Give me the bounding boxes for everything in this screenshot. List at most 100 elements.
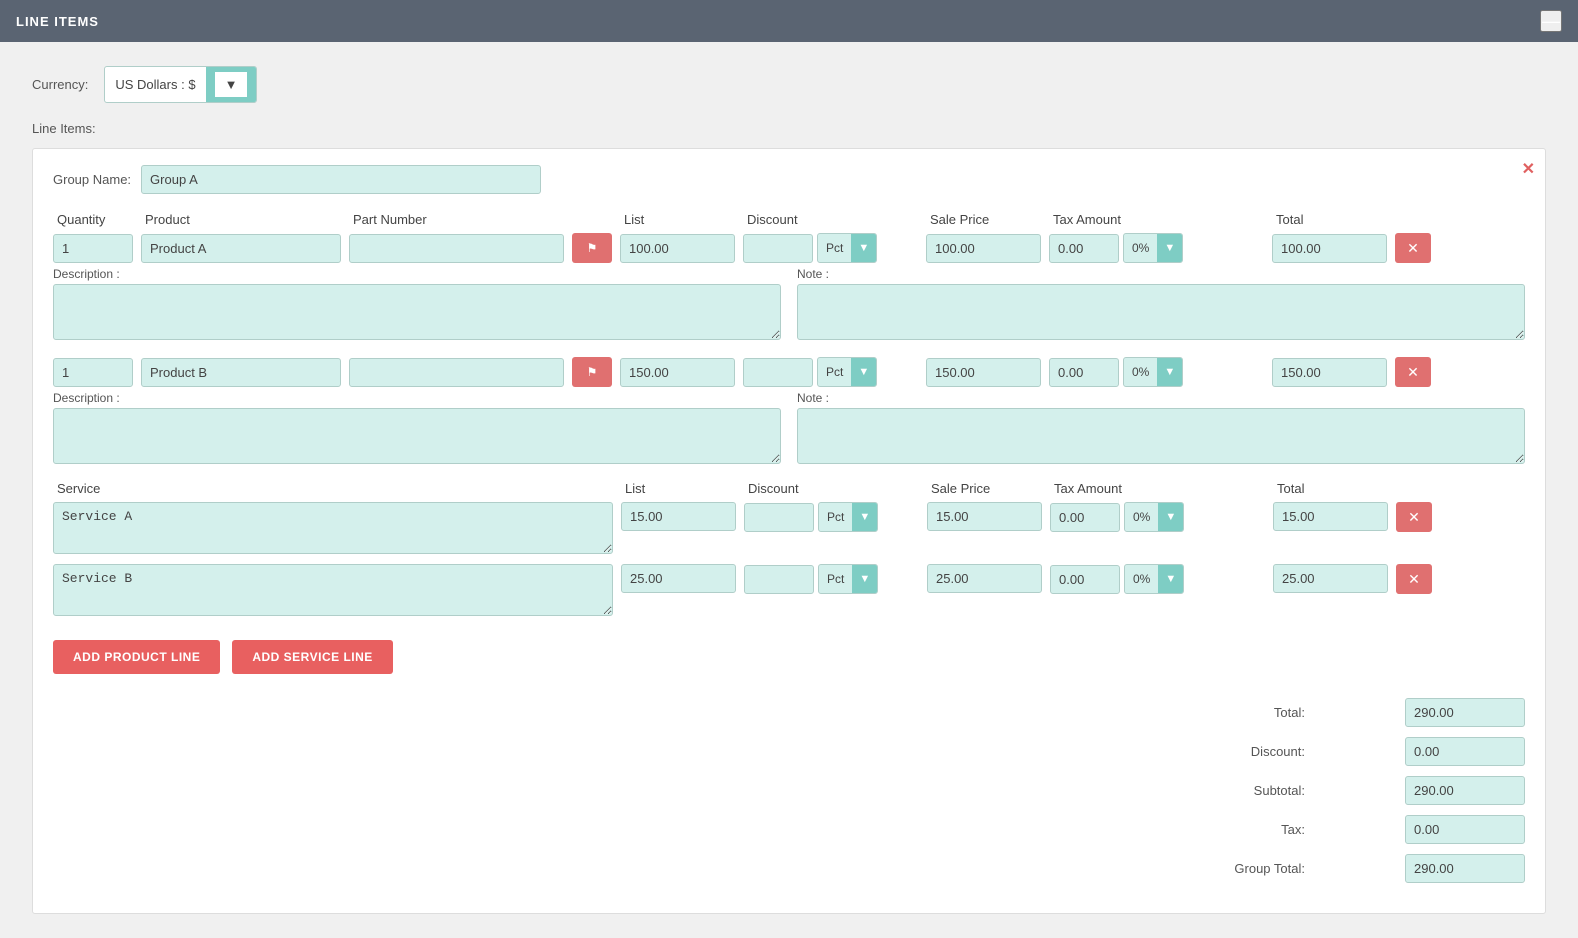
- totals-row-tax: Tax:: [1185, 815, 1525, 844]
- product-2-discount-value[interactable]: [743, 358, 813, 387]
- discount-value[interactable]: [1405, 737, 1525, 766]
- product-2-description-label: Description :: [53, 391, 781, 405]
- group-total-value[interactable]: [1405, 854, 1525, 883]
- totals-section: Total: Discount: Subtotal: Tax:: [53, 698, 1525, 893]
- service-2-tax-type[interactable]: 0% ▼: [1124, 564, 1184, 594]
- service-2-pct-dropdown[interactable]: ▼: [852, 565, 877, 593]
- product-2-tax-amount[interactable]: [1049, 358, 1119, 387]
- totals-row-total: Total:: [1185, 698, 1525, 727]
- service-1-list[interactable]: [621, 502, 736, 531]
- product-1-sale-price[interactable]: [926, 234, 1041, 263]
- service-2-discount-wrap: Pct ▼: [744, 564, 919, 594]
- product-column-headers: Quantity Product Part Number List Discou…: [53, 212, 1525, 227]
- product-1-description-label: Description :: [53, 267, 781, 281]
- product-2-name[interactable]: [141, 358, 341, 387]
- service-1-discount-type[interactable]: Pct ▼: [818, 502, 878, 532]
- service-1-delete-button[interactable]: ✕: [1396, 502, 1432, 532]
- service-1-total[interactable]: [1273, 502, 1388, 531]
- product-1-delete-button[interactable]: ✕: [1395, 233, 1431, 263]
- window-title: LINE ITEMS: [16, 14, 99, 29]
- service-2-delete-button[interactable]: ✕: [1396, 564, 1432, 594]
- service-2-list[interactable]: [621, 564, 736, 593]
- product-1-total[interactable]: [1272, 234, 1387, 263]
- product-2-flag-button[interactable]: ⚑: [572, 357, 612, 387]
- product-1-flag-button[interactable]: ⚑: [572, 233, 612, 263]
- product-1-note-label: Note :: [797, 267, 1525, 281]
- service-1-sale-price[interactable]: [927, 502, 1042, 531]
- product-line-1: ⚑ Pct ▼ 0% ▼: [53, 233, 1525, 343]
- total-label: Total:: [1185, 705, 1305, 720]
- service-1-pct-dropdown[interactable]: ▼: [852, 503, 877, 531]
- service-row-1: Service A Pct ▼ 0% ▼: [53, 502, 1525, 554]
- service-1-name[interactable]: Service A: [53, 502, 613, 554]
- product-1-tax-amount[interactable]: [1049, 234, 1119, 263]
- service-2-tax-amount[interactable]: [1050, 565, 1120, 594]
- product-1-discount-value[interactable]: [743, 234, 813, 263]
- product-1-quantity[interactable]: [53, 234, 133, 263]
- product-1-tax-pct-dropdown[interactable]: ▼: [1157, 234, 1182, 262]
- group-close-button[interactable]: ✕: [1522, 159, 1535, 179]
- subtotal-value[interactable]: [1405, 776, 1525, 805]
- service-2-tax-pct-dropdown[interactable]: ▼: [1158, 565, 1183, 593]
- product-1-note-textarea[interactable]: [797, 284, 1525, 340]
- minimize-button[interactable]: —: [1540, 10, 1562, 32]
- product-2-tax-pct-dropdown[interactable]: ▼: [1157, 358, 1182, 386]
- service-2-discount-value[interactable]: [744, 565, 814, 594]
- service-2-discount-type[interactable]: Pct ▼: [818, 564, 878, 594]
- col-part-number: Part Number: [353, 212, 568, 227]
- add-product-line-button[interactable]: ADD PRODUCT LINE: [53, 640, 220, 674]
- discount-label: Discount:: [1185, 744, 1305, 759]
- product-2-discount-wrap: Pct ▼: [743, 357, 918, 387]
- product-1-name[interactable]: [141, 234, 341, 263]
- product-1-pct-dropdown[interactable]: ▼: [851, 234, 876, 262]
- service-1-pct-label: Pct: [819, 510, 852, 524]
- product-2-delete-button[interactable]: ✕: [1395, 357, 1431, 387]
- service-2-pct-label: Pct: [819, 572, 852, 586]
- currency-dropdown-icon: ▼: [215, 72, 248, 97]
- add-service-line-button[interactable]: ADD SERVICE LINE: [232, 640, 392, 674]
- product-2-part-number[interactable]: [349, 358, 564, 387]
- service-row-2: Service B Pct ▼ 0% ▼: [53, 564, 1525, 616]
- col-quantity: Quantity: [57, 212, 137, 227]
- service-2-total[interactable]: [1273, 564, 1388, 593]
- product-2-note-label: Note :: [797, 391, 1525, 405]
- service-1-tax-amount[interactable]: [1050, 503, 1120, 532]
- product-2-pct-label: Pct: [818, 365, 851, 379]
- group-panel: ✕ Group Name: Quantity Product Part Numb…: [32, 148, 1546, 914]
- service-2-name[interactable]: Service B: [53, 564, 613, 616]
- product-1-description-textarea[interactable]: [53, 284, 781, 340]
- group-name-input[interactable]: [141, 165, 541, 194]
- product-2-discount-type[interactable]: Pct ▼: [817, 357, 877, 387]
- product-1-part-number[interactable]: [349, 234, 564, 263]
- product-2-total[interactable]: [1272, 358, 1387, 387]
- product-2-quantity[interactable]: [53, 358, 133, 387]
- product-1-list[interactable]: [620, 234, 735, 263]
- product-2-description-textarea[interactable]: [53, 408, 781, 464]
- tax-value[interactable]: [1405, 815, 1525, 844]
- product-1-tax-type[interactable]: 0% ▼: [1123, 233, 1183, 263]
- product-2-sale-price[interactable]: [926, 358, 1041, 387]
- service-1-discount-value[interactable]: [744, 503, 814, 532]
- col-total: Total: [1276, 212, 1391, 227]
- product-2-pct-dropdown[interactable]: ▼: [851, 358, 876, 386]
- currency-label: Currency:: [32, 77, 88, 92]
- col-svc-total: Total: [1277, 481, 1392, 496]
- group-name-row: Group Name:: [53, 165, 1525, 194]
- currency-dropdown-button[interactable]: ▼: [206, 67, 257, 102]
- col-list: List: [624, 212, 739, 227]
- col-tax-amount: Tax Amount: [1053, 212, 1268, 227]
- totals-row-discount: Discount:: [1185, 737, 1525, 766]
- currency-select[interactable]: US Dollars : $ ▼: [104, 66, 257, 103]
- service-column-headers: Service List Discount Sale Price Tax Amo…: [53, 481, 1525, 496]
- service-1-tax-type[interactable]: 0% ▼: [1124, 502, 1184, 532]
- service-1-tax-pct-dropdown[interactable]: ▼: [1158, 503, 1183, 531]
- product-1-discount-type[interactable]: Pct ▼: [817, 233, 877, 263]
- product-2-description-block: Description :: [53, 391, 781, 467]
- product-2-tax-type[interactable]: 0% ▼: [1123, 357, 1183, 387]
- col-service: Service: [57, 481, 617, 496]
- product-2-list[interactable]: [620, 358, 735, 387]
- service-2-sale-price[interactable]: [927, 564, 1042, 593]
- service-2-tax-pct-label: 0%: [1125, 572, 1158, 586]
- total-value[interactable]: [1405, 698, 1525, 727]
- product-2-note-textarea[interactable]: [797, 408, 1525, 464]
